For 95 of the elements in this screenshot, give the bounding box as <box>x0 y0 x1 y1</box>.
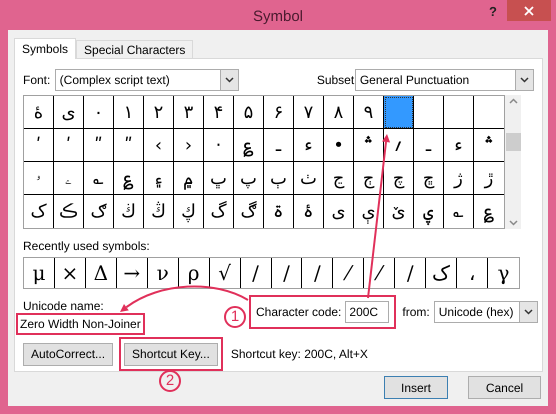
symbol-cell[interactable]: ۥ <box>24 162 54 195</box>
symbol-cell[interactable]: ۃ <box>264 195 294 228</box>
autocorrect-button[interactable]: AutoCorrect... <box>23 342 114 366</box>
callout-number: 1 <box>224 306 246 328</box>
symbol-cell[interactable]: ٻ <box>264 162 294 195</box>
symbol-cell[interactable]: ک <box>24 195 54 228</box>
chevron-down-icon <box>520 77 529 83</box>
unicode-name: Zero Width Non-Joiner <box>16 313 145 335</box>
symbol-cell[interactable]: ۦ <box>54 162 84 195</box>
symbol-cell[interactable]: ڙ <box>474 162 504 195</box>
dropdown-button[interactable] <box>515 70 533 90</box>
symbol-cell[interactable]: • <box>324 129 354 162</box>
scroll-thumb[interactable] <box>506 133 520 151</box>
symbol-cell[interactable]: ۑ <box>414 195 444 228</box>
symbol-cell[interactable]: ڬ <box>114 195 144 228</box>
symbol-cell[interactable]: ٺ <box>294 162 324 195</box>
symbol-cell[interactable]: پ <box>234 162 264 195</box>
symbol-cell[interactable]: ګ <box>84 195 114 228</box>
subset-label: Subset: <box>316 72 355 89</box>
symbol-cell[interactable]: ـ <box>414 129 444 162</box>
symbol-cell[interactable]: ؏ <box>114 162 144 195</box>
symbol-cell[interactable]: ێ <box>384 195 414 228</box>
symbol-cell[interactable]: ۱ <box>114 96 144 129</box>
tab[interactable]: Symbols <box>14 38 76 59</box>
symbol-cell[interactable]: ـ <box>264 129 294 162</box>
symbol-cell[interactable]: ژ <box>444 162 474 195</box>
symbol-cell[interactable]: ۳ <box>174 96 204 129</box>
symbol-cell[interactable]: ؞ <box>474 129 504 162</box>
tab[interactable]: Special Characters <box>76 40 194 58</box>
symbol-cell[interactable]: ۂ <box>294 195 324 228</box>
character-code-label: Character code: <box>256 304 342 321</box>
character-code-field[interactable]: 200C <box>345 301 390 323</box>
symbol-cell[interactable] <box>444 96 474 129</box>
symbol-cell[interactable]: ؎ <box>84 162 114 195</box>
symbol-cell[interactable] <box>384 96 414 129</box>
subset-dropdown[interactable]: General Punctuation <box>354 69 534 91</box>
from-dropdown[interactable]: Unicode (hex) <box>434 301 538 323</box>
symbol-cell[interactable]: ʹ <box>54 129 84 162</box>
symbol-cell[interactable]: ڇ <box>414 162 444 195</box>
scroll-down-icon <box>508 220 518 226</box>
symbol-cell[interactable]: ڮ <box>174 195 204 228</box>
close-icon <box>524 6 534 16</box>
dropdown-button[interactable] <box>220 70 238 90</box>
from-label: from: <box>402 304 430 321</box>
symbol-cell[interactable]: ۽ <box>144 162 174 195</box>
symbol-cell[interactable]: ۀ <box>24 96 54 129</box>
symbol-cell[interactable]: ʺ <box>84 129 114 162</box>
symbol-cell[interactable]: ڭ <box>144 195 174 228</box>
shortcut-key-button[interactable]: Shortcut Key... <box>124 342 218 366</box>
symbol-cell[interactable]: ۷ <box>294 96 324 129</box>
symbol-cell[interactable]: گ <box>204 195 234 228</box>
font-dropdown[interactable]: (Complex script text) <box>54 69 239 91</box>
symbol-cell[interactable]: ۸ <box>324 96 354 129</box>
symbol-cell[interactable]: ‹ <box>144 129 174 162</box>
symbol-cell[interactable] <box>414 96 444 129</box>
symbol-cell[interactable]: ۵ <box>234 96 264 129</box>
cancel-button[interactable]: Cancel <box>468 376 541 399</box>
chevron-down-icon <box>224 77 234 83</box>
symbol-cell[interactable]: ۲ <box>144 96 174 129</box>
symbol-cell[interactable]: ڰ <box>234 195 264 228</box>
symbol-cell[interactable]: ڀ <box>204 162 234 195</box>
recent-symbol[interactable]: γ <box>488 258 519 288</box>
symbol-cell[interactable]: ی <box>324 195 354 228</box>
symbol-cell[interactable]: ء <box>444 129 474 162</box>
symbol-cell[interactable]: ء <box>294 129 324 162</box>
symbol-cell[interactable]: ڃ <box>324 162 354 195</box>
symbol-cell[interactable]: ې <box>354 195 384 228</box>
chevron-down-icon <box>524 309 533 315</box>
symbol-cell[interactable]: ʺ <box>114 129 144 162</box>
symbol-cell[interactable]: ڄ <box>354 162 384 195</box>
symbol-cell[interactable]: ۾ <box>174 162 204 195</box>
insert-button[interactable]: Insert <box>384 376 448 399</box>
symbol-cell[interactable]: › <box>174 129 204 162</box>
symbol-cell[interactable]: ʹ <box>24 129 54 162</box>
close-button[interactable] <box>507 0 551 21</box>
scrollbar[interactable] <box>505 95 521 229</box>
symbol-cell[interactable]: ۶ <box>264 96 294 129</box>
symbol-cell[interactable]: ؏ <box>234 129 264 162</box>
symbol-cell[interactable]: ؎ <box>444 195 474 228</box>
symbol-cell[interactable]: · <box>204 129 234 162</box>
symbol-cell[interactable]: ۴ <box>204 96 234 129</box>
symbol-cell[interactable]: ی <box>54 96 84 129</box>
shortcut-key-text: Shortcut key: 200C, Alt+X <box>230 346 368 363</box>
help-button[interactable]: ? <box>484 2 502 20</box>
unicode-name-label: Unicode name: <box>23 298 104 313</box>
symbol-cell[interactable]: ۰ <box>84 96 114 129</box>
recent-symbols-label: Recently used symbols: <box>23 238 151 255</box>
symbol-cell[interactable]: ڪ <box>54 195 84 228</box>
callout-number: 2 <box>159 370 181 392</box>
symbol-cell[interactable]: چ <box>384 162 414 195</box>
scroll-up-icon <box>508 98 518 104</box>
font-label: Font: <box>23 72 52 89</box>
window-title: Symbol <box>252 7 304 27</box>
dropdown-button[interactable] <box>518 302 537 322</box>
symbol-cell[interactable]: ؏ <box>474 195 504 228</box>
